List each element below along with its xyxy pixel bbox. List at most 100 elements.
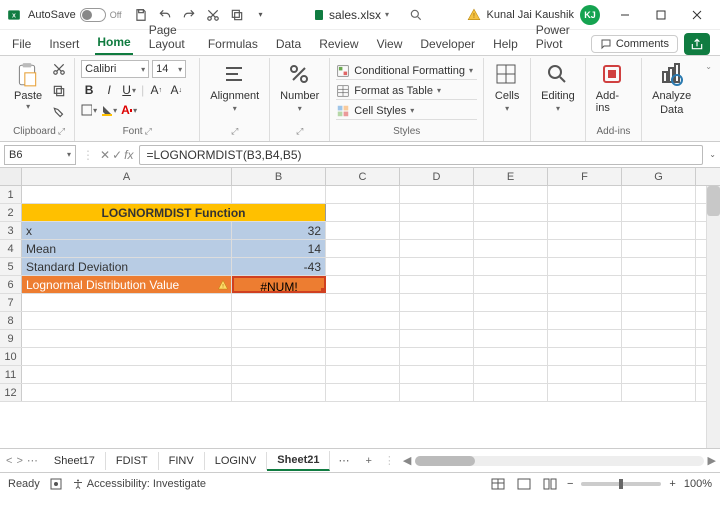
comments-button[interactable]: Comments	[591, 35, 678, 53]
sheet-tab-more-icon[interactable]: ⋯	[330, 454, 357, 467]
tab-help[interactable]: Help	[491, 33, 520, 55]
active-cell[interactable]: #NUM!	[232, 276, 326, 293]
col-header-C[interactable]: C	[326, 168, 400, 185]
font-size-select[interactable]: 14▾	[152, 60, 186, 78]
row-header[interactable]: 9	[0, 330, 22, 347]
sheet-tab-active[interactable]: Sheet21	[267, 451, 330, 471]
row-header[interactable]: 5	[0, 258, 22, 275]
row-header[interactable]: 4	[0, 240, 22, 257]
collapse-ribbon-icon[interactable]: ⌄	[701, 58, 716, 141]
tab-review[interactable]: Review	[317, 33, 360, 55]
cell[interactable]: 32	[232, 222, 326, 239]
cell-styles-button[interactable]: Cell Styles▾	[336, 102, 477, 120]
tab-page-layout[interactable]: Page Layout	[147, 19, 192, 55]
zoom-out-button[interactable]: −	[567, 478, 573, 490]
col-header-E[interactable]: E	[474, 168, 548, 185]
zoom-slider[interactable]	[581, 482, 661, 486]
fx-icon[interactable]: fx	[124, 148, 133, 162]
cell-header[interactable]: LOGNORMDIST Function	[22, 204, 326, 221]
tab-power-pivot[interactable]: Power Pivot	[534, 19, 577, 55]
cancel-formula-icon[interactable]: ✕	[100, 148, 110, 162]
alignment-launcher-icon[interactable]: ⤢	[231, 126, 238, 137]
error-warning-icon[interactable]: !	[217, 279, 229, 291]
sheet-tab[interactable]: FDIST	[106, 452, 159, 470]
qat-dropdown-icon[interactable]: ▾	[252, 6, 270, 24]
formula-input[interactable]: =LOGNORMDIST(B3,B4,B5)	[139, 145, 703, 165]
vertical-scrollbar[interactable]	[706, 186, 720, 448]
minimize-button[interactable]	[608, 3, 642, 27]
cell[interactable]: -43	[232, 258, 326, 275]
name-box[interactable]: B6▾	[4, 145, 76, 165]
border-button[interactable]: ▾	[81, 102, 97, 118]
accessibility-status[interactable]: Accessibility: Investigate	[72, 478, 206, 490]
row-header[interactable]: 11	[0, 366, 22, 383]
horizontal-scrollbar[interactable]: ◀ ▶	[399, 454, 720, 467]
filename[interactable]: sales.xlsx ▾	[313, 8, 389, 22]
col-header-F[interactable]: F	[548, 168, 622, 185]
macro-record-icon[interactable]	[50, 478, 62, 490]
sheet-tab[interactable]: LOGINV	[205, 452, 268, 470]
col-header-B[interactable]: B	[232, 168, 326, 185]
add-sheet-button[interactable]: +	[357, 455, 379, 467]
cells-button[interactable]: Cells▾	[490, 60, 524, 115]
col-header-A[interactable]: A	[22, 168, 232, 185]
cell[interactable]: Standard Deviation	[22, 258, 232, 275]
editing-button[interactable]: Editing▾	[537, 60, 579, 115]
row-header[interactable]: 7	[0, 294, 22, 311]
spreadsheet-grid[interactable]: A B C D E F G 1 2LOGNORMDIST Function 3x…	[0, 168, 720, 448]
number-launcher-icon[interactable]: ⤢	[296, 126, 303, 137]
cut-button[interactable]	[50, 60, 68, 78]
search-icon[interactable]	[409, 8, 423, 22]
format-painter-button[interactable]	[50, 104, 68, 122]
shrink-font-button[interactable]: A↓	[168, 82, 184, 98]
expand-formula-bar-icon[interactable]: ⌄	[709, 150, 716, 159]
number-button[interactable]: Number▾	[276, 60, 323, 115]
enter-formula-icon[interactable]: ✓	[112, 148, 122, 162]
copy-icon[interactable]	[228, 6, 246, 24]
bold-button[interactable]: B	[81, 82, 97, 98]
font-launcher-icon[interactable]: ⤢	[145, 126, 152, 137]
alignment-button[interactable]: Alignment▾	[206, 60, 263, 115]
tab-formulas[interactable]: Formulas	[206, 33, 260, 55]
format-as-table-button[interactable]: Format as Table▾	[336, 82, 477, 100]
analyze-data-button[interactable]: Analyze Data	[648, 60, 695, 118]
sheet-nav-prev-icon[interactable]: <	[6, 455, 12, 467]
row-header[interactable]: 10	[0, 348, 22, 365]
addins-button[interactable]: Add-ins	[592, 60, 635, 116]
tab-home[interactable]: Home	[95, 31, 132, 55]
select-all-corner[interactable]	[0, 168, 22, 185]
scroll-thumb[interactable]	[707, 186, 720, 216]
scroll-thumb[interactable]	[415, 456, 475, 466]
row-header[interactable]: 3	[0, 222, 22, 239]
fill-color-button[interactable]: ▾	[101, 102, 117, 118]
italic-button[interactable]: I	[101, 82, 117, 98]
cell[interactable]	[22, 186, 232, 203]
zoom-in-button[interactable]: +	[669, 478, 675, 490]
conditional-formatting-button[interactable]: Conditional Formatting▾	[336, 62, 477, 80]
tab-view[interactable]: View	[375, 33, 405, 55]
col-header-D[interactable]: D	[400, 168, 474, 185]
normal-view-button[interactable]	[489, 476, 507, 492]
close-button[interactable]	[680, 3, 714, 27]
font-name-select[interactable]: Calibri▾	[81, 60, 149, 78]
cell[interactable]: 14	[232, 240, 326, 257]
autosave-toggle[interactable]: AutoSave Off	[28, 8, 122, 22]
cell[interactable]: Mean	[22, 240, 232, 257]
cell[interactable]: x	[22, 222, 232, 239]
row-header[interactable]: 8	[0, 312, 22, 329]
sheet-tab[interactable]: FINV	[159, 452, 205, 470]
row-header[interactable]: 12	[0, 384, 22, 401]
row-header[interactable]: 6	[0, 276, 22, 293]
col-header-G[interactable]: G	[622, 168, 696, 185]
row-header[interactable]: 1	[0, 186, 22, 203]
tab-data[interactable]: Data	[274, 33, 303, 55]
paste-button[interactable]: Paste ▾	[10, 60, 46, 113]
grow-font-button[interactable]: A↑	[148, 82, 164, 98]
cut-icon[interactable]	[204, 6, 222, 24]
scroll-right-icon[interactable]: ▶	[708, 454, 716, 467]
scroll-left-icon[interactable]: ◀	[403, 454, 411, 467]
sheet-nav-more-icon[interactable]: ⋯	[27, 454, 38, 467]
share-button[interactable]	[684, 33, 710, 55]
cell[interactable]	[232, 186, 326, 203]
cell[interactable]: Lognormal Distribution Value !	[22, 276, 232, 293]
